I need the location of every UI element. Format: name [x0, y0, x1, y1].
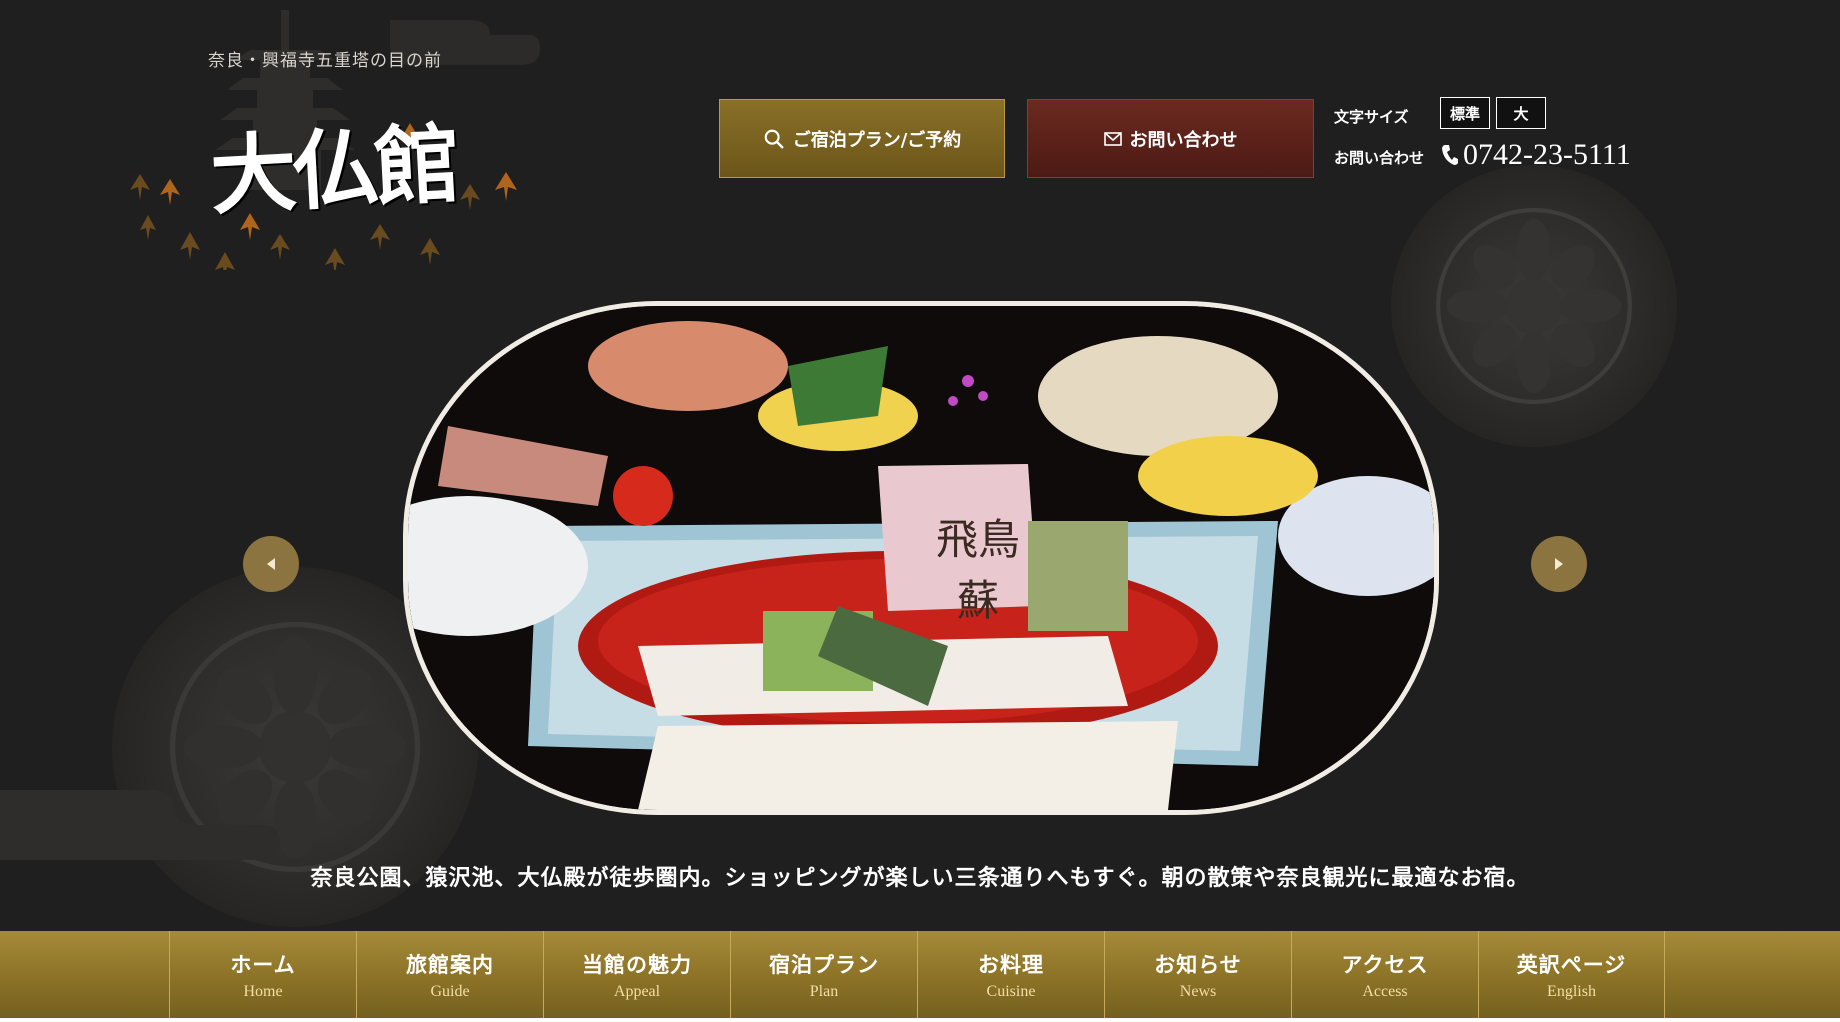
nav-item-sublabel: Access [1362, 982, 1408, 1000]
phone-number-link[interactable]: 0742-23-5111 [1441, 138, 1631, 172]
font-size-label: 文字サイズ [1334, 108, 1409, 126]
nav-item-label: ホーム [230, 951, 296, 977]
phone-icon [1442, 145, 1458, 165]
logo-text: 大仏館 [207, 113, 459, 228]
nav-item-label: お知らせ [1154, 951, 1242, 977]
nav-item-english[interactable]: 英訳ページ English [1478, 931, 1665, 1018]
nav-item-label: 旅館案内 [406, 951, 494, 977]
footer-divider [0, 1018, 1840, 1022]
nav-item-sublabel: English [1547, 982, 1596, 1000]
nav-item-sublabel: Home [243, 982, 283, 1000]
search-icon [764, 129, 784, 148]
nav-item-news[interactable]: お知らせ News [1104, 931, 1291, 1018]
contact-button-label: お問い合わせ [1129, 129, 1238, 151]
menu-card-text: 飛鳥 蘇 [935, 515, 1020, 625]
tagline: 奈良・興福寺五重塔の目の前 [208, 51, 442, 71]
phone-number: 0742-23-5111 [1463, 138, 1631, 171]
nav-item-cuisine[interactable]: お料理 Cuisine [917, 931, 1104, 1018]
plan-button-label: ご宿泊プラン/ご予約 [792, 129, 962, 151]
nav-item-sublabel: Cuisine [986, 982, 1036, 1000]
slider-next-button[interactable] [1531, 536, 1587, 592]
slider-prev-button[interactable] [243, 536, 299, 592]
nav-item-guide[interactable]: 旅館案内 Guide [356, 931, 543, 1018]
mail-icon [1103, 131, 1122, 146]
nav-item-sublabel: News [1179, 982, 1217, 1000]
nav-item-sublabel: Guide [430, 982, 470, 1000]
nav-item-appeal[interactable]: 当館の魅力 Appeal [543, 931, 730, 1018]
site-logo[interactable]: 奈良・興福寺五重塔の目の前 大仏館 [120, 10, 540, 270]
nav-item-home[interactable]: ホーム Home [169, 931, 356, 1018]
contact-button[interactable]: お問い合わせ [1027, 99, 1314, 178]
arrow-left-icon [267, 558, 275, 570]
nav-item-sublabel: Plan [809, 982, 839, 1000]
font-size-standard-button[interactable]: 標準 [1440, 97, 1490, 129]
nav-item-sublabel: Appeal [613, 982, 661, 1000]
phone-label: お問い合わせ [1334, 149, 1425, 167]
nav-item-label: 英訳ページ [1516, 951, 1627, 977]
nav-item-label: お料理 [978, 951, 1044, 977]
nav-item-label: 当館の魅力 [582, 951, 692, 977]
nav-item-access[interactable]: アクセス Access [1291, 931, 1478, 1018]
hero-image: 飛鳥 蘇 [408, 306, 1434, 810]
arrow-right-icon [1555, 558, 1563, 570]
font-size-large-button[interactable]: 大 [1496, 97, 1546, 129]
intro-text: 奈良公園、猿沢池、大仏殿が徒歩圏内。ショッピングが楽しい三条通りへもすぐ。朝の散… [310, 865, 1530, 891]
global-nav: ホーム Home 旅館案内 Guide 当館の魅力 Appeal 宿泊プラン P… [0, 931, 1840, 1018]
hero-slideshow: 飛鳥 蘇 [408, 306, 1434, 810]
global-nav-list: ホーム Home 旅館案内 Guide 当館の魅力 Appeal 宿泊プラン P… [169, 931, 1665, 1018]
plan-reservation-button[interactable]: ご宿泊プラン/ご予約 [719, 99, 1005, 178]
nav-item-label: 宿泊プラン [769, 951, 879, 977]
nav-item-plan[interactable]: 宿泊プラン Plan [730, 931, 917, 1018]
nav-item-label: アクセス [1341, 951, 1429, 977]
